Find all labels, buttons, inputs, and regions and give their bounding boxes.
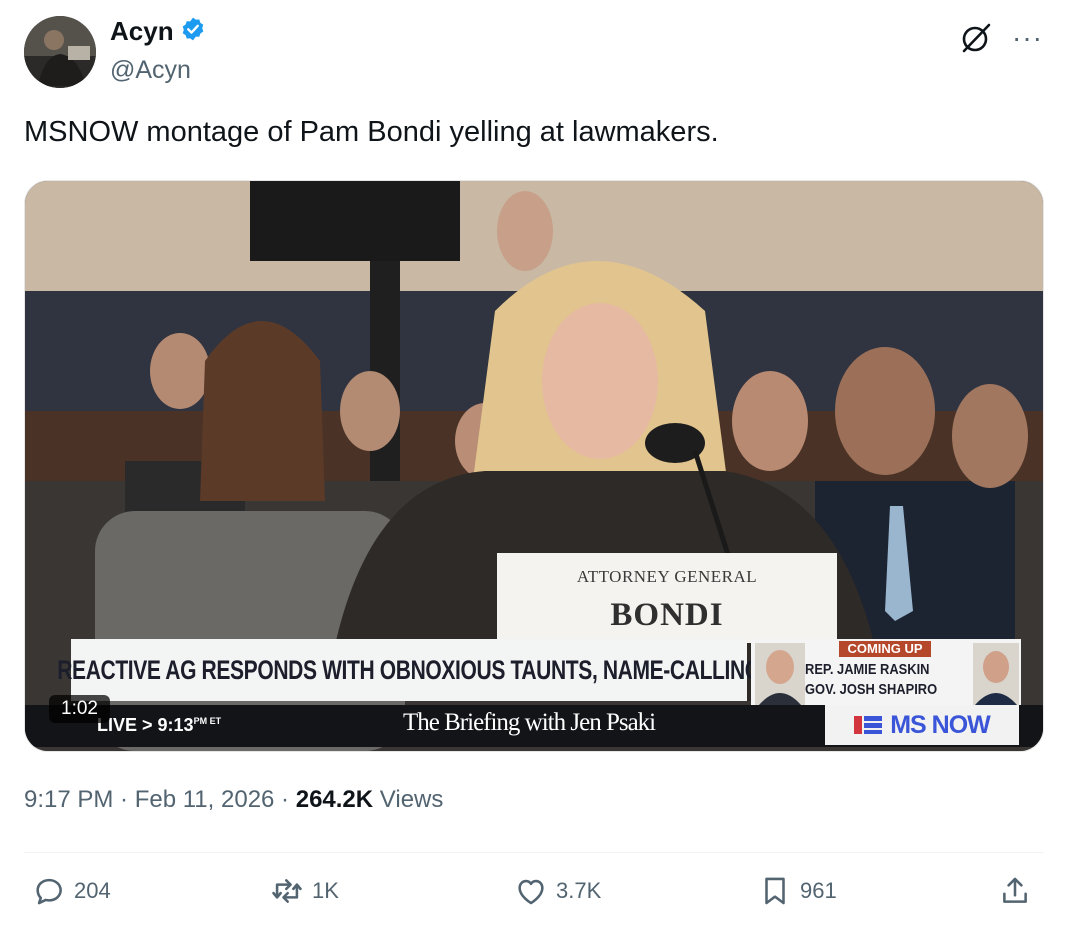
coming-up-label: COMING UP [839, 641, 931, 657]
like-button[interactable]: 3.7K [514, 874, 601, 908]
share-icon [1003, 877, 1027, 903]
views-label: Views [379, 786, 444, 813]
guest-name-2: GOV. JOSH SHAPIRO [805, 681, 938, 698]
show-title: The Briefing with Jen Psaki [403, 709, 656, 736]
verified-badge-icon [180, 16, 206, 47]
repost-count: 1K [312, 878, 339, 903]
avatar[interactable] [24, 16, 96, 88]
nameplate-title: ATTORNEY GENERAL [576, 567, 758, 586]
guest-photo-shapiro [973, 643, 1019, 705]
bookmark-icon [765, 877, 785, 905]
tweet-time[interactable]: 9:17 PM [24, 786, 113, 813]
network-logo: MS NOW [825, 705, 1019, 745]
video-player[interactable]: ATTORNEY GENERAL BONDI REACTIVE AG RESPO… [24, 180, 1044, 752]
network-name: MS NOW [890, 710, 991, 739]
reply-button[interactable]: 204 [32, 874, 111, 908]
chyron-headline: REACTIVE AG RESPONDS WITH OBNOXIOUS TAUN… [57, 654, 761, 685]
guest-photo-raskin [755, 643, 805, 705]
coming-up-promo: COMING UP REP. JAMIE RASKIN GOV. JOSH SH… [751, 639, 1021, 709]
user-handle[interactable]: @Acyn [110, 56, 191, 85]
tweet-meta: 9:17 PM · Feb 11, 2026 · 264.2K Views [24, 786, 444, 813]
reply-icon [36, 878, 62, 905]
live-label: LIVE > 9:13PM ET [97, 715, 222, 735]
repost-icon [272, 879, 302, 903]
grok-icon[interactable] [958, 20, 994, 56]
share-button[interactable] [998, 874, 1032, 908]
like-count: 3.7K [556, 878, 602, 903]
video-duration: 1:02 [49, 695, 110, 723]
network-flag-icon [854, 716, 883, 734]
repost-button[interactable]: 1K [270, 874, 339, 908]
tweet-date[interactable]: Feb 11, 2026 [135, 786, 275, 813]
bookmark-button[interactable]: 961 [758, 874, 837, 908]
chyron-bar: REACTIVE AG RESPONDS WITH OBNOXIOUS TAUN… [57, 639, 761, 701]
bookmark-count: 961 [800, 878, 837, 903]
like-icon [518, 879, 544, 905]
divider [24, 852, 1044, 853]
guest-name-1: REP. JAMIE RASKIN [805, 661, 930, 678]
nameplate-name: BONDI [610, 597, 724, 633]
more-icon[interactable]: ··· [1012, 22, 1043, 54]
tweet-text: MSNOW montage of Pam Bondi yelling at la… [24, 116, 719, 148]
reply-count: 204 [74, 878, 111, 903]
display-name[interactable]: Acyn [110, 16, 174, 47]
views-count: 264.2K [295, 786, 374, 813]
